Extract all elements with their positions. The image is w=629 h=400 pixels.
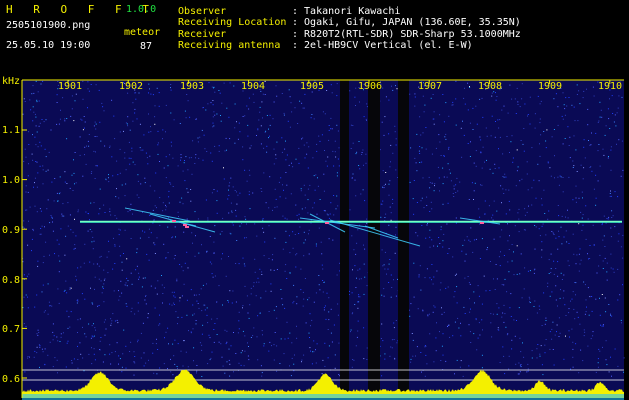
y-tick-label: 0.8 (2, 275, 21, 286)
y-tick-label: 1.0 (2, 175, 21, 186)
y-tick-label: 0.7 (2, 324, 21, 335)
x-tick-label: 1906 (358, 81, 383, 92)
x-tick-label: 1902 (119, 81, 144, 92)
x-tick-label: 1905 (300, 81, 325, 92)
y-axis-unit: kHz (2, 76, 21, 87)
meteor-head (480, 222, 484, 224)
y-tick-label: 1.1 (2, 125, 21, 136)
histogram-base (22, 394, 624, 400)
data-gap-band (398, 80, 409, 398)
y-tick-label: 0.6 (2, 374, 21, 385)
x-tick-label: 1903 (180, 81, 205, 92)
meteor-head (185, 226, 189, 228)
x-tick-label: 1908 (478, 81, 503, 92)
x-tick-label: 1904 (241, 81, 266, 92)
meteor-head (172, 220, 176, 222)
x-tick-label: 1909 (538, 81, 563, 92)
spectrum-background (22, 80, 624, 398)
data-gap-band (340, 80, 349, 398)
data-gap-band (368, 80, 380, 398)
x-tick-label: 1901 (58, 81, 83, 92)
spectrogram (21, 79, 625, 400)
x-tick-label: 1907 (418, 81, 443, 92)
x-tick-label: 1910 (598, 81, 623, 92)
meteor-head (183, 224, 187, 226)
y-tick-label: 0.9 (2, 225, 21, 236)
hrofft-window: H R O F F T 1.0.0 2505101900.png 25.05.1… (0, 0, 629, 400)
meteor-head (325, 222, 329, 224)
